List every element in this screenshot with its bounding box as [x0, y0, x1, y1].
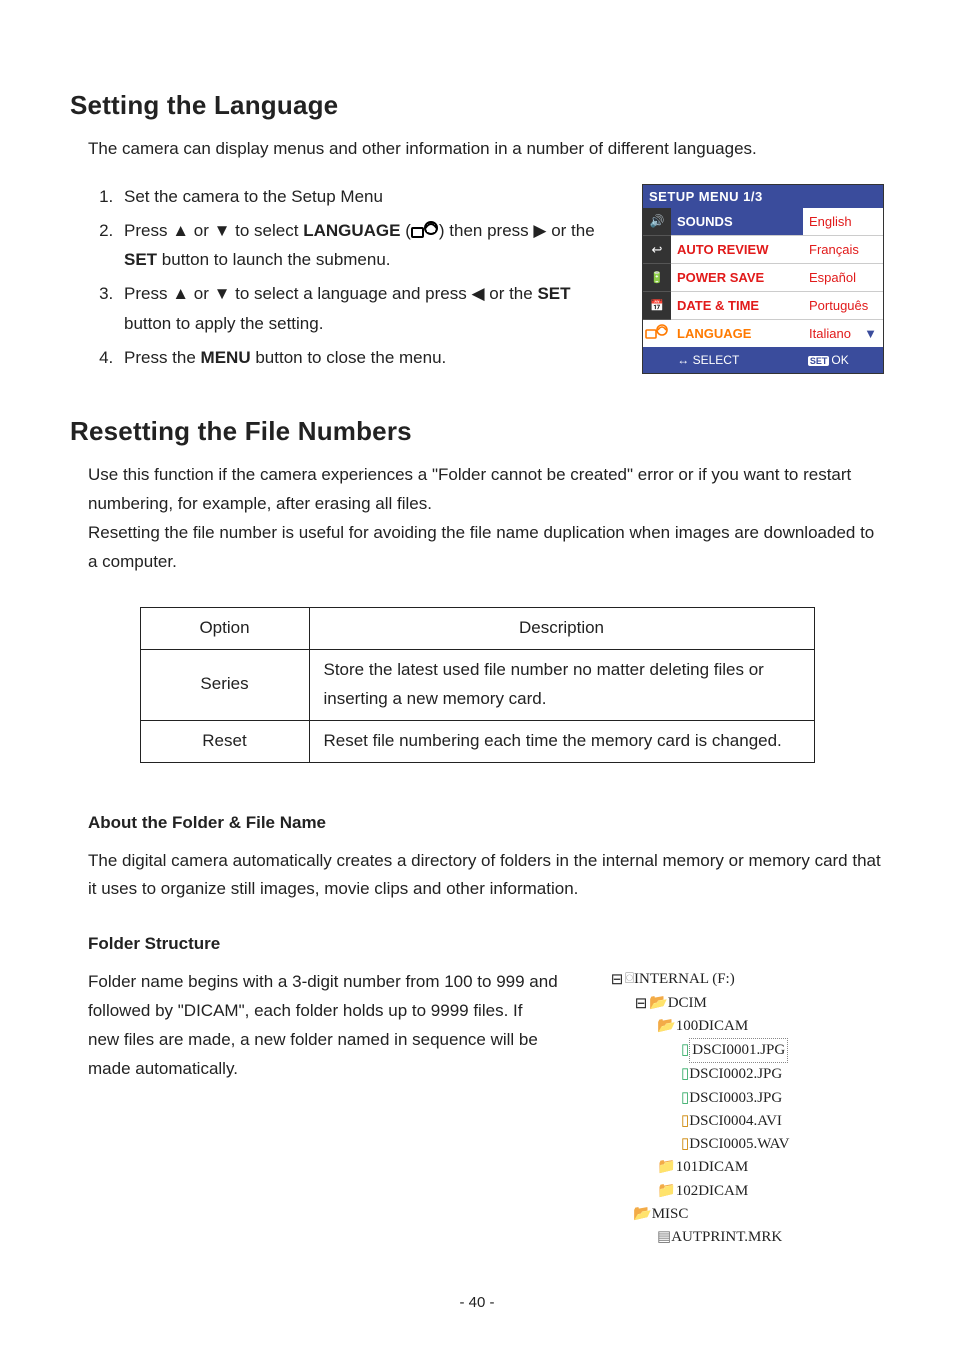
lang-option-italiano-row: Italiano ▼: [803, 320, 883, 347]
footer-ok-label: OK: [831, 353, 848, 367]
down-arrow-icon: ▼: [214, 284, 231, 303]
menu-item-datetime: DATE & TIME: [671, 292, 803, 320]
setup-menu-screenshot: SETUP MENU 1/3: [642, 184, 884, 374]
footer-ok: SETOK: [808, 353, 849, 367]
menu-item-powersave: POWER SAVE: [671, 264, 803, 292]
heading-resetting-file-numbers: Resetting the File Numbers: [70, 416, 884, 447]
up-arrow-icon: ▲: [172, 284, 189, 303]
file-icon: ▤: [657, 1226, 671, 1249]
tree-minus-icon: ⊟: [609, 968, 625, 991]
page-number: - 40 -: [0, 1294, 954, 1311]
step-3-text-2: or: [194, 284, 214, 303]
lang-option-english: English: [803, 208, 883, 236]
step-3-text-5: button to apply the setting.: [124, 314, 323, 333]
file-number-options-table: Option Description Series Store the late…: [140, 607, 815, 763]
heading-about-folder-file: About the Folder & File Name: [70, 813, 884, 833]
tree-dcim-label: DCIM: [668, 992, 707, 1015]
step-4-text-2: button to close the menu.: [255, 348, 446, 367]
file-icon: ▯: [681, 1039, 689, 1062]
set-badge: SET: [808, 356, 830, 366]
footer-select-label: SELECT: [693, 353, 740, 367]
step-2-text-2: or: [194, 221, 214, 240]
down-arrow-icon: ▼: [214, 221, 231, 240]
file-icon: ▯: [681, 1087, 689, 1110]
folder-icon: 📂: [649, 992, 668, 1015]
step-2-language-bold: LANGUAGE: [303, 221, 400, 240]
menu-item-language: LANGUAGE: [671, 320, 803, 347]
lang-option-italiano: Italiano: [809, 326, 851, 341]
language-icon: [645, 324, 669, 342]
table-cell-reset-desc: Reset file numbering each time the memor…: [309, 720, 814, 762]
scroll-down-icon: ▼: [864, 320, 877, 347]
nav-arrows-icon: ↔: [677, 353, 689, 367]
tree-file-3: DSCI0003.JPG: [689, 1087, 782, 1110]
menu-item-autoreview: AUTO REVIEW: [671, 236, 803, 264]
step-3-set-bold: SET: [537, 284, 570, 303]
folder-icon: 📁: [657, 1180, 676, 1203]
up-arrow-icon: ▲: [172, 221, 189, 240]
setup-menu-title: SETUP MENU 1/3: [643, 185, 883, 208]
language-inline-icon: [411, 221, 439, 239]
datetime-icon: [650, 291, 664, 320]
right-arrow-icon: ▶: [533, 221, 546, 240]
tree-autoprint-label: AUTPRINT.MRK: [671, 1226, 782, 1249]
folder-icon: 📂: [657, 1015, 676, 1038]
step-2-text-6: or the: [551, 221, 594, 240]
table-header-option: Option: [140, 607, 309, 649]
powersave-icon: [650, 263, 664, 292]
tree-file-5: DSCI0005.WAV: [689, 1133, 789, 1156]
step-3-text-1: Press: [124, 284, 172, 303]
tree-100dicam-label: 100DICAM: [676, 1015, 749, 1038]
drive-icon: ⌼: [625, 968, 634, 991]
table-cell-series: Series: [140, 649, 309, 720]
folder-structure-text: Folder name begins with a 3-digit number…: [88, 968, 558, 1084]
tree-102dicam-label: 102DICAM: [676, 1180, 749, 1203]
reset-intro-1: Use this function if the camera experien…: [88, 465, 851, 513]
tree-file-4: DSCI0004.AVI: [689, 1110, 782, 1133]
table-cell-reset: Reset: [140, 720, 309, 762]
menu-item-sounds: SOUNDS: [671, 208, 803, 236]
file-icon: ▯: [681, 1110, 689, 1133]
lang-option-portugues: Português: [803, 292, 883, 320]
lang-intro-text: The camera can display menus and other i…: [70, 135, 884, 164]
tree-minus-icon: ⊟: [633, 992, 649, 1015]
step-4-text-1: Press the: [124, 348, 201, 367]
table-header-description: Description: [309, 607, 814, 649]
step-2-text-7: button to launch the submenu.: [162, 250, 391, 269]
tree-root-label: INTERNAL (F:): [634, 968, 735, 991]
step-3-text-4: or the: [489, 284, 537, 303]
tree-file-1: DSCI0001.JPG: [689, 1038, 788, 1063]
reset-intro-2: Resetting the file number is useful for …: [88, 523, 874, 571]
tree-misc-label: MISC: [652, 1203, 689, 1226]
step-2-set-bold: SET: [124, 250, 157, 269]
about-text: The digital camera automatically creates…: [70, 847, 884, 905]
table-cell-series-desc: Store the latest used file number no mat…: [309, 649, 814, 720]
step-4-menu-bold: MENU: [201, 348, 251, 367]
heading-setting-language: Setting the Language: [70, 90, 884, 121]
lang-option-francais: Français: [803, 236, 883, 264]
left-arrow-icon: ◀: [471, 284, 484, 303]
autoreview-icon: [652, 236, 663, 263]
step-2-text-1: Press: [124, 221, 172, 240]
tree-101dicam-label: 101DICAM: [676, 1156, 749, 1179]
file-icon: ▯: [681, 1063, 689, 1086]
folder-icon: 📂: [633, 1203, 652, 1226]
step-2-text-3: to select: [235, 221, 303, 240]
file-icon: ▯: [681, 1133, 689, 1156]
step-3-text-3: to select a language and press: [235, 284, 471, 303]
lang-option-espanol: Español: [803, 264, 883, 292]
folder-tree: ⊟ ⌼ INTERNAL (F:) ⊟ 📂 DCIM 📂 100DICAM ▯ …: [609, 968, 844, 1249]
step-2-text-5: ) then press: [439, 221, 534, 240]
heading-folder-structure: Folder Structure: [70, 934, 884, 954]
sounds-icon: [650, 207, 665, 235]
folder-icon: 📁: [657, 1156, 676, 1179]
tree-file-2: DSCI0002.JPG: [689, 1063, 782, 1086]
footer-select: ↔ SELECT: [677, 353, 739, 367]
